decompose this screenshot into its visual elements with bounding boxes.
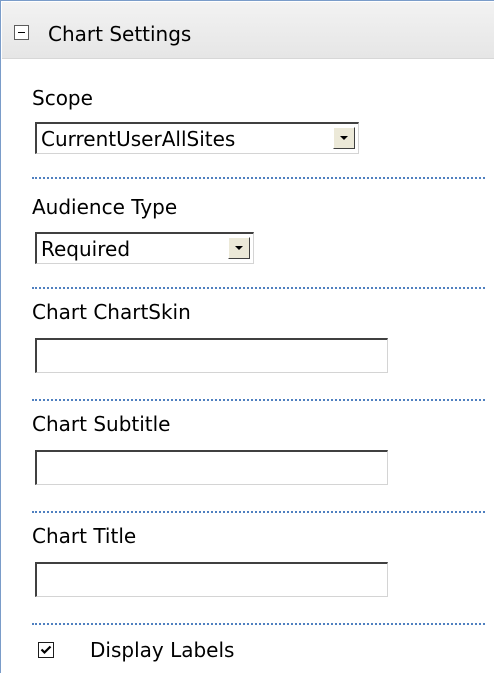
panel-title: Chart Settings (48, 22, 192, 46)
chart-title-label: Chart Title (32, 524, 137, 548)
chart-settings-panel: Chart Settings Scope CurrentUserAllSites… (0, 0, 494, 673)
panel-header[interactable]: Chart Settings (2, 2, 494, 59)
dropdown-arrow-icon[interactable] (333, 127, 355, 149)
chart-subtitle-input[interactable] (35, 450, 388, 485)
scope-selected-value: CurrentUserAllSites (41, 127, 236, 151)
chart-skin-label: Chart ChartSkin (32, 300, 191, 324)
collapse-icon[interactable] (14, 25, 29, 40)
audience-type-label: Audience Type (32, 195, 178, 219)
divider (32, 287, 485, 289)
divider (32, 511, 485, 513)
chart-title-input[interactable] (35, 562, 388, 597)
divider (32, 623, 485, 625)
chart-skin-input[interactable] (35, 338, 388, 373)
audience-type-dropdown[interactable]: Required (35, 232, 254, 264)
display-labels-checkbox[interactable] (38, 642, 54, 658)
divider (32, 399, 485, 401)
display-labels-label[interactable]: Display Labels (90, 638, 234, 662)
audience-type-selected-value: Required (41, 237, 131, 261)
checkmark-icon (40, 645, 52, 655)
scope-dropdown[interactable]: CurrentUserAllSites (35, 122, 359, 154)
chart-subtitle-label: Chart Subtitle (32, 412, 171, 436)
dropdown-arrow-icon[interactable] (228, 237, 250, 259)
scope-label: Scope (32, 86, 93, 110)
divider (32, 177, 485, 179)
